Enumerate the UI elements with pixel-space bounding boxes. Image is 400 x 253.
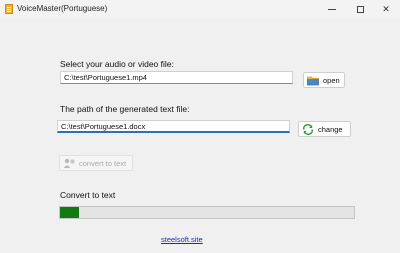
window-title: VoiceMaster(Portuguese) (17, 4, 108, 13)
open-button-label: open (323, 75, 340, 85)
close-icon: ✕ (382, 3, 390, 14)
output-path-field[interactable]: C:\test\Portuguese1.docx (57, 120, 290, 133)
title-bar: VoiceMaster(Portuguese) ✕ (0, 0, 400, 18)
input-file-label: Select your audio or video file: (60, 59, 174, 69)
folder-icon (307, 76, 319, 85)
change-button-label: change (318, 124, 343, 134)
speech-icon (63, 158, 75, 168)
progress-label: Convert to text (60, 190, 116, 200)
minimize-icon (328, 8, 336, 10)
change-button[interactable]: change (298, 121, 351, 137)
convert-button-label: convert to text (79, 158, 127, 168)
input-file-field[interactable]: C:\test\Portuguese1.mp4 (60, 71, 293, 84)
refresh-icon (303, 123, 313, 135)
app-icon (5, 4, 13, 14)
minimize-button[interactable] (318, 0, 346, 18)
open-button[interactable]: open (303, 72, 345, 88)
website-link[interactable]: steelsoft.site (161, 235, 203, 244)
maximize-button[interactable] (346, 0, 374, 18)
convert-to-text-button[interactable]: convert to text (59, 155, 133, 171)
progress-fill (60, 207, 80, 218)
progress-bar (59, 206, 355, 219)
close-button[interactable]: ✕ (372, 0, 400, 18)
maximize-icon (356, 5, 364, 13)
output-path-label: The path of the generated text file: (60, 104, 190, 114)
